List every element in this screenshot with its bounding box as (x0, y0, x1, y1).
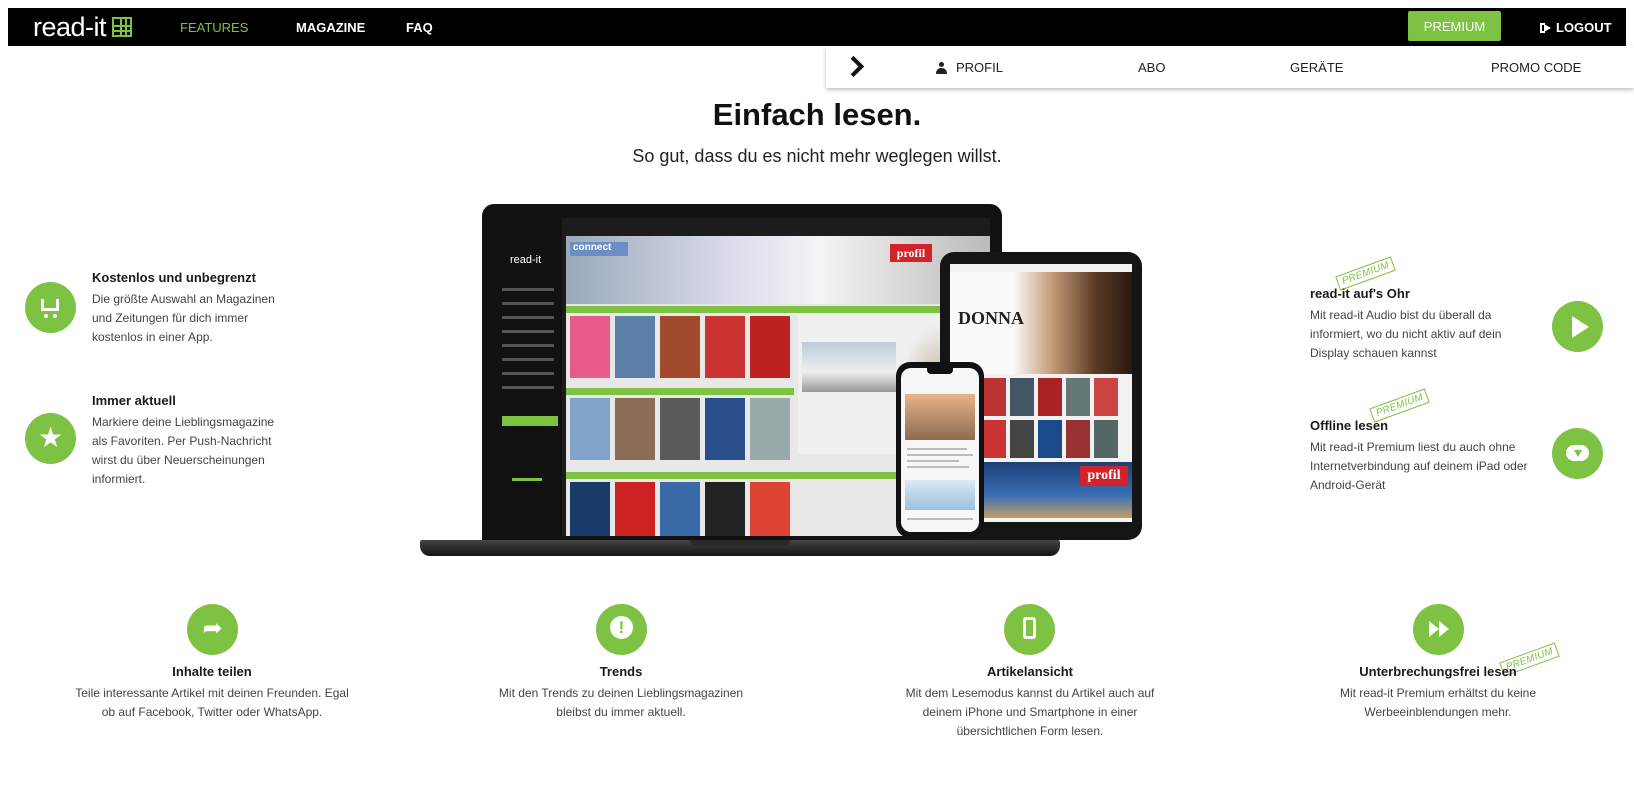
feature-text-offline: Mit read-it Premium liest du auch ohne I… (1310, 440, 1528, 492)
alert-icon (596, 604, 647, 655)
account-subnav: PROFIL ABO GERÄTE PROMO CODE (826, 46, 1634, 88)
logo-grid-icon (112, 17, 133, 37)
feature-title-kostenlos: Kostenlos und unbegrenzt (92, 270, 256, 285)
smartphone (896, 362, 984, 538)
feature-title-offline: Offline lesen (1310, 418, 1389, 433)
app-sidebar: read-it (494, 218, 562, 536)
feature-title-aktuell: Immer aktuell (92, 393, 176, 408)
feature-title-artikelansicht: Artikelansicht (987, 664, 1073, 679)
top-navbar: read-it FEATURES MAGAZINE FAQ PREMIUM LO… (8, 8, 1626, 46)
premium-button[interactable]: PREMIUM (1408, 11, 1501, 41)
phone-screen (901, 368, 979, 532)
mobile-icon (1004, 604, 1055, 655)
nav-features[interactable]: FEATURES (180, 20, 248, 35)
subnav-profil[interactable]: PROFIL (936, 60, 1003, 75)
feature-text-trends: Mit den Trends zu deinen Lieblingsmagazi… (498, 686, 744, 719)
subnav-geraete[interactable]: GERÄTE (1290, 60, 1343, 75)
subnav-abo[interactable]: ABO (1138, 60, 1165, 75)
banner-connect: connect (570, 242, 628, 256)
feature-text-audio: Mit read-it Audio bist du überall da inf… (1310, 308, 1502, 360)
feature-title-unterbrechungsfrei: Unterbrechungsfrei lesen (1359, 664, 1517, 679)
device-mockups: read-it connect profil DONNA profil (420, 204, 1190, 564)
cloud-download-icon (1552, 428, 1603, 479)
play-icon[interactable] (1552, 301, 1603, 352)
feature-title-audio: read-it auf's Ohr (1310, 286, 1410, 301)
feature-text-teilen: Teile interessante Artikel mit deinen Fr… (75, 686, 349, 719)
app-banner: connect profil (566, 236, 990, 304)
feature-text-aktuell: Markiere deine Lieblingsmagazine als Fav… (92, 415, 275, 486)
feature-title-teilen: Inhalte teilen (172, 664, 252, 679)
logo[interactable]: read-it (33, 11, 133, 43)
logout-label: LOGOUT (1556, 20, 1612, 35)
user-icon (936, 61, 947, 74)
subnav-promo-code[interactable]: PROMO CODE (1491, 60, 1581, 75)
feature-text-unterbrechungsfrei: Mit read-it Premium erhältst du keine We… (1339, 686, 1537, 719)
cart-icon (25, 282, 76, 333)
tablet-profil-logo: profil (1080, 466, 1128, 486)
share-icon (187, 604, 238, 655)
logout-icon (1540, 22, 1551, 33)
chevron-right-icon[interactable] (844, 56, 864, 78)
feature-text-kostenlos: Die größte Auswahl an Magazinen und Zeit… (92, 292, 275, 344)
tablet-magazine-title: DONNA (958, 308, 1024, 328)
nav-magazine[interactable]: MAGAZINE (296, 20, 365, 35)
feature-title-trends: Trends (599, 664, 643, 679)
nav-faq[interactable]: FAQ (406, 20, 433, 35)
banner-profil: profil (890, 244, 932, 262)
feature-text-artikelansicht: Mit dem Lesemodus kannst du Artikel auch… (905, 686, 1155, 738)
subnav-profil-label: PROFIL (956, 60, 1003, 75)
logo-text: read-it (33, 11, 107, 42)
logout-button[interactable]: LOGOUT (1540, 20, 1612, 35)
fast-forward-icon (1413, 604, 1464, 655)
hero-title: Einfach lesen. (712, 97, 922, 132)
app-logo: read-it (510, 254, 542, 266)
star-icon (25, 413, 76, 464)
hero-subtitle: So gut, dass du es nicht mehr weglegen w… (632, 146, 1002, 166)
